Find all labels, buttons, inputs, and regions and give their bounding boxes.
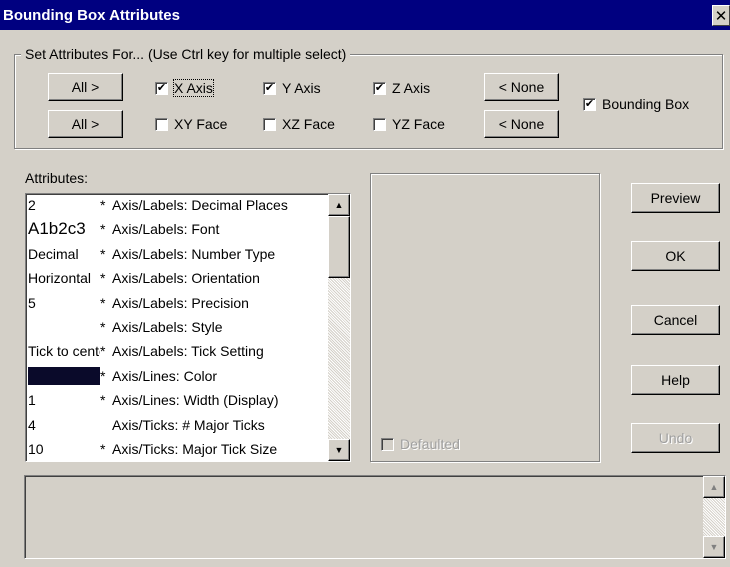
close-icon: ✕ <box>714 7 728 25</box>
z-axis-label: Z Axis <box>392 80 431 96</box>
attribute-value: 1 <box>28 392 36 409</box>
bounding-box-label: Bounding Box <box>602 96 690 112</box>
modified-marker: * <box>100 270 106 287</box>
description-scrollbar[interactable]: ▲ ▼ <box>703 476 725 558</box>
attribute-name: Axis/Labels: Font <box>112 221 220 238</box>
none-axes-button[interactable]: < None <box>484 73 559 101</box>
attribute-name: Axis/Labels: Number Type <box>112 245 276 262</box>
attribute-name: Axis/Ticks: # Major Ticks <box>112 416 265 433</box>
attribute-row[interactable]: * Axis/Lines: Color <box>28 365 328 387</box>
attribute-row[interactable]: Horizontal * Axis/Labels: Orientation <box>28 267 328 289</box>
attribute-name: Axis/Ticks: Major Tick Size <box>112 441 278 457</box>
xz-face-label: XZ Face <box>282 116 335 132</box>
attributes-listbox[interactable]: 2 * Axis/Labels: Decimal Places A1b2c3 * Axis… <box>25 193 351 462</box>
attributes-label: Attributes: <box>25 170 89 186</box>
window-title: Bounding Box Attributes <box>3 6 180 24</box>
attribute-value: 2 <box>28 197 36 213</box>
y-axis-checkbox[interactable]: ✔ Y Axis <box>263 80 321 96</box>
defaulted-label: Defaulted <box>400 436 460 452</box>
attribute-editor-panel <box>370 173 600 462</box>
xy-face-label: XY Face <box>174 116 228 132</box>
attribute-name: Axis/Labels: Precision <box>112 294 249 311</box>
scroll-up-button[interactable]: ▲ <box>328 194 350 216</box>
scroll-up-button[interactable]: ▲ <box>703 476 725 498</box>
attribute-description-box[interactable]: ▲ ▼ <box>24 475 726 559</box>
z-axis-checkbox[interactable]: ✔ Z Axis <box>373 80 430 96</box>
yz-face-label: YZ Face <box>392 116 445 132</box>
close-button[interactable]: ✕ <box>712 5 730 26</box>
set-attributes-for-legend: Set Attributes For... (Use Ctrl key for … <box>21 46 351 62</box>
xy-face-checkbox[interactable]: XY Face <box>155 116 227 132</box>
checkbox-empty-icon <box>155 117 168 131</box>
checkbox-empty-icon <box>373 117 386 131</box>
attribute-value: A1b2c3 <box>28 219 86 239</box>
bounding-box-attributes-dialog: Bounding Box Attributes ✕ Set Attributes… <box>0 0 730 567</box>
arrow-up-icon: ▲ <box>709 482 719 492</box>
checkbox-check-icon: ✔ <box>583 97 596 111</box>
modified-marker: * <box>100 319 106 335</box>
attribute-name: Axis/Labels: Tick Setting <box>112 343 264 360</box>
cancel-button[interactable]: Cancel <box>631 305 720 335</box>
modified-marker: * <box>100 441 106 457</box>
arrow-up-icon: ▲ <box>334 200 344 210</box>
attribute-row[interactable]: * Axis/Labels: Style <box>28 316 328 338</box>
color-swatch <box>28 366 100 385</box>
modified-marker: * <box>100 392 106 409</box>
attribute-value: Decimal <box>28 245 79 262</box>
modified-marker: * <box>100 294 106 311</box>
attribute-row[interactable]: Decimal * Axis/Labels: Number Type <box>28 243 328 265</box>
ok-button[interactable]: OK <box>631 241 720 271</box>
checkbox-empty-icon <box>263 117 276 131</box>
attribute-row[interactable]: 5 * Axis/Labels: Precision <box>28 292 328 314</box>
attribute-name: Axis/Lines: Color <box>112 367 218 384</box>
y-axis-label: Y Axis <box>282 80 321 96</box>
checkbox-check-icon: ✔ <box>263 81 276 95</box>
modified-marker: * <box>100 245 106 262</box>
x-axis-label: X Axis <box>173 79 214 97</box>
checkbox-empty-icon <box>381 437 394 451</box>
xz-face-checkbox[interactable]: XZ Face <box>263 116 335 132</box>
checkbox-check-icon: ✔ <box>373 81 386 95</box>
undo-button[interactable]: Undo <box>631 423 720 453</box>
arrow-down-icon: ▼ <box>709 542 719 552</box>
all-faces-button[interactable]: All > <box>48 110 123 138</box>
modified-marker: * <box>100 367 106 384</box>
attribute-row[interactable]: 10 * Axis/Ticks: Major Tick Size <box>28 438 328 460</box>
none-faces-button[interactable]: < None <box>484 110 559 138</box>
yz-face-checkbox[interactable]: YZ Face <box>373 116 445 132</box>
attribute-value: Horizontal <box>28 270 92 287</box>
attribute-name: Axis/Labels: Decimal Places <box>112 197 288 213</box>
attribute-name: Axis/Labels: Style <box>112 319 223 335</box>
attribute-value: 4 <box>28 416 36 433</box>
modified-marker: * <box>100 221 106 238</box>
attributes-scrollbar[interactable]: ▲ ▼ <box>328 194 350 461</box>
defaulted-checkbox[interactable]: Defaulted <box>381 436 460 452</box>
preview-button[interactable]: Preview <box>631 183 720 213</box>
scroll-down-button[interactable]: ▼ <box>703 536 725 558</box>
attribute-value: Tick to center <box>28 343 100 360</box>
attribute-row[interactable]: 4 Axis/Ticks: # Major Ticks <box>28 414 328 436</box>
attribute-value: 5 <box>28 294 36 311</box>
arrow-down-icon: ▼ <box>334 445 344 455</box>
bounding-box-checkbox[interactable]: ✔ Bounding Box <box>583 96 689 112</box>
attribute-row[interactable]: 2 * Axis/Labels: Decimal Places <box>28 194 328 216</box>
scroll-down-button[interactable]: ▼ <box>328 439 350 461</box>
attribute-value: 10 <box>28 441 44 457</box>
attribute-name: Axis/Labels: Orientation <box>112 270 260 287</box>
attribute-row[interactable]: Tick to center* Axis/Labels: Tick Setting <box>28 340 328 362</box>
modified-marker: * <box>100 343 106 360</box>
attribute-name: Axis/Lines: Width (Display) <box>112 392 279 409</box>
checkbox-check-icon: ✔ <box>155 81 168 95</box>
title-bar: Bounding Box Attributes ✕ <box>0 0 730 30</box>
help-button[interactable]: Help <box>631 365 720 395</box>
scroll-thumb[interactable] <box>328 216 350 278</box>
all-axes-button[interactable]: All > <box>48 73 123 101</box>
attribute-row[interactable]: A1b2c3 * Axis/Labels: Font <box>28 218 328 240</box>
x-axis-checkbox[interactable]: ✔ X Axis <box>155 79 214 97</box>
modified-marker: * <box>100 197 106 213</box>
attribute-row[interactable]: 1 * Axis/Lines: Width (Display) <box>28 389 328 411</box>
